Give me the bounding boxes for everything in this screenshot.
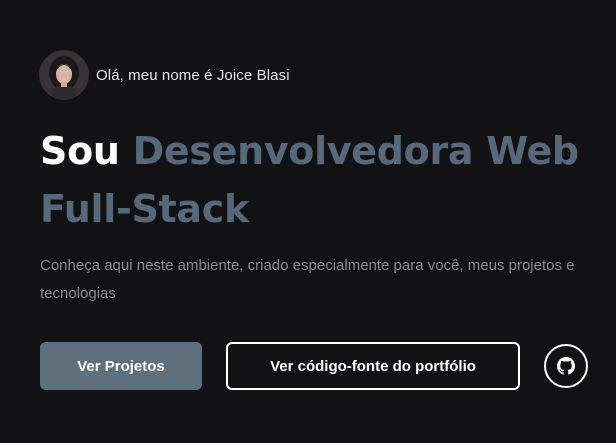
greeting-text: Olá, meu nome é Joice Blasi xyxy=(96,66,290,84)
view-source-button[interactable]: Ver código-fonte do portfólio xyxy=(226,342,520,390)
hero-section: Olá, meu nome é Joice Blasi Sou Desenvol… xyxy=(40,50,600,323)
github-button[interactable] xyxy=(544,344,588,388)
avatar xyxy=(40,51,88,99)
view-projects-button[interactable]: Ver Projetos xyxy=(40,342,202,390)
headline-accent-line1: Desenvolvedora Web xyxy=(132,129,580,173)
profile-photo-icon xyxy=(40,51,88,99)
headline-prefix: Sou xyxy=(40,129,120,173)
hero-actions: Ver Projetos Ver código-fonte do portfól… xyxy=(40,342,588,390)
hero-description: Conheça aqui neste ambiente, criado espe… xyxy=(40,257,575,302)
page-title: Sou Desenvolvedora Web Full-Stack xyxy=(40,122,600,238)
intro-row: Olá, meu nome é Joice Blasi xyxy=(40,50,600,100)
headline-accent-line2: Full-Stack xyxy=(40,187,249,231)
github-icon xyxy=(557,357,575,375)
